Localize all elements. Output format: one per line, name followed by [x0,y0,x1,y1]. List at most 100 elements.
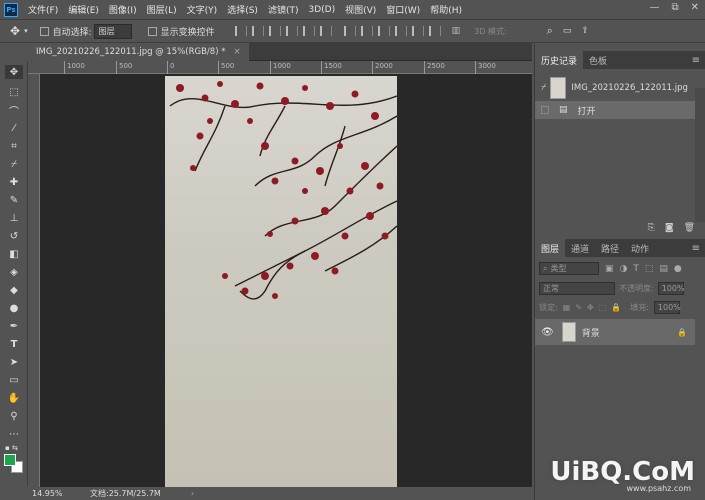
menu-view[interactable]: 视图(V) [345,3,376,16]
tool-preset-chevron-icon[interactable]: ▾ [24,27,28,35]
auto-select-dropdown[interactable]: 图层 [93,23,132,39]
eyedropper-icon[interactable]: ⌿ [5,157,23,171]
align-hcenter-icon[interactable] [302,26,315,36]
workspace-icon[interactable]: ▭ [563,26,572,36]
panel-menu-icon[interactable]: ≡ [692,243,700,254]
lock-artboard-icon[interactable]: ⬚ [599,303,607,312]
distribute-left-icon[interactable] [394,26,407,36]
zoom-tool-icon[interactable]: ⚲ [5,409,23,423]
fill-field[interactable]: 100% [653,301,681,314]
menu-image[interactable]: 图像(I) [109,3,137,16]
more-tools-icon[interactable]: ⋯ [5,427,23,441]
align-bottom-icon[interactable] [268,26,281,36]
hand-tool-icon[interactable]: ✋ [5,391,23,405]
clone-stamp-icon[interactable]: ⊥ [5,211,23,225]
minimize-button[interactable]: — [649,2,659,13]
filter-toggle-icon[interactable]: ● [674,264,682,274]
lock-paint-icon[interactable]: ✎ [575,303,582,312]
history-step-checkbox[interactable] [541,106,549,114]
filter-adjust-icon[interactable]: ◑ [620,264,628,274]
status-chevron-icon[interactable]: › [191,489,194,498]
distribute-bottom-icon[interactable] [377,26,390,36]
tab-channels[interactable]: 通道 [565,239,595,257]
align-left-icon[interactable] [285,26,298,36]
crop-tool-icon[interactable]: ⌗ [5,139,23,153]
align-right-icon[interactable] [319,26,332,36]
blend-mode-dropdown[interactable]: 正常 [539,282,615,295]
distribute-hcenter-icon[interactable] [411,26,424,36]
document-info[interactable]: 文档:25.7M/25.7M [90,488,161,499]
type-tool-icon[interactable]: T [5,337,23,351]
filter-type-icon[interactable]: T [633,264,639,274]
pen-tool-icon[interactable]: ✒ [5,319,23,333]
eraser-icon[interactable]: ◧ [5,247,23,261]
rectangle-tool-icon[interactable]: ▭ [5,373,23,387]
lock-transparent-icon[interactable]: ▦ [563,303,571,312]
history-snapshot[interactable]: ⌿ IMG_20210226_122011.jpg [535,73,695,103]
history-step[interactable]: ▤ 打开 [535,101,695,119]
layer-name[interactable]: 背景 [582,326,600,339]
tab-layers[interactable]: 图层 [535,239,566,257]
close-window-button[interactable]: ✕ [691,2,699,13]
marquee-tool-icon[interactable]: ⬚ [5,85,23,99]
move-tool-icon[interactable]: ✥ [10,24,20,38]
menu-type[interactable]: 文字(Y) [187,3,218,16]
document-tab[interactable]: IMG_20210226_122011.jpg @ 15%(RGB/8) * × [28,43,249,61]
tab-paths[interactable]: 路径 [595,239,625,257]
lasso-tool-icon[interactable]: ⌒ [5,103,23,118]
menu-file[interactable]: 文件(F) [28,3,58,16]
layer-filter-dropdown[interactable]: ⌕ 类型 [539,262,599,275]
show-transform-checkbox[interactable] [147,26,157,36]
menu-help[interactable]: 帮助(H) [430,3,462,16]
vertical-ruler[interactable] [28,74,40,487]
menu-filter[interactable]: 滤镜(T) [268,3,299,16]
distribute-top-icon[interactable] [343,26,356,36]
restore-button[interactable]: ⧉ [671,2,678,13]
paint-bucket-icon[interactable]: ◈ [5,265,23,279]
tab-actions[interactable]: 动作 [625,239,655,257]
history-scrollbar[interactable] [695,88,705,222]
lock-all-icon[interactable]: 🔒 [611,303,621,312]
history-brush-source-icon[interactable]: ⌿ [541,83,546,93]
filter-pixel-icon[interactable]: ▣ [605,264,614,274]
history-brush-icon[interactable]: ↺ [5,229,23,243]
blur-tool-icon[interactable]: ◆ [5,283,23,297]
lock-move-icon[interactable]: ✥ [587,303,594,312]
filter-smart-icon[interactable]: ▤ [659,264,668,274]
zoom-level[interactable]: 14.95% [32,489,72,498]
move-tool-icon[interactable]: ✥ [5,65,23,79]
opacity-field[interactable]: 100% [657,282,685,295]
camera-icon[interactable]: ◙ [665,223,674,233]
layer-row[interactable]: 👁 背景 🔒 [535,319,695,345]
path-selection-icon[interactable]: ➤ [5,355,23,369]
align-top-icon[interactable] [234,26,247,36]
menu-3d[interactable]: 3D(D) [308,5,335,15]
canvas-workspace[interactable] [40,74,532,487]
healing-brush-icon[interactable]: ✚ [5,175,23,189]
panel-menu-icon[interactable]: ≡ [692,55,700,66]
menu-select[interactable]: 选择(S) [227,3,258,16]
dodge-tool-icon[interactable]: ● [5,301,23,315]
distribute-vcenter-icon[interactable] [360,26,373,36]
close-document-icon[interactable]: × [233,47,240,57]
tab-history[interactable]: 历史记录 [535,51,584,69]
color-swap-icon[interactable]: ▪ ⇆ [5,441,23,455]
brush-tool-icon[interactable]: ✎ [5,193,23,207]
share-icon[interactable]: ⇪ [581,26,589,36]
align-vcenter-icon[interactable] [251,26,264,36]
menu-layer[interactable]: 图层(L) [147,3,177,16]
horizontal-ruler[interactable]: 1000 500 0 500 1000 1500 2000 2500 3000 [28,61,532,74]
document-canvas[interactable] [165,76,397,487]
magic-wand-icon[interactable]: ⁄ [5,121,23,135]
search-icon[interactable]: ⌕ [547,24,553,38]
menu-window[interactable]: 窗口(W) [386,3,420,16]
foreground-color-swatch[interactable] [4,454,16,466]
auto-select-checkbox[interactable] [39,26,49,36]
new-document-icon[interactable]: ⎘ [648,223,655,233]
distribute-right-icon[interactable] [428,26,441,36]
menu-edit[interactable]: 编辑(E) [68,3,99,16]
tab-swatches[interactable]: 色板 [583,51,613,69]
filter-shape-icon[interactable]: ⬚ [645,264,654,274]
trash-icon[interactable]: 🗑 [684,223,695,233]
eye-icon[interactable]: 👁 [541,327,554,338]
